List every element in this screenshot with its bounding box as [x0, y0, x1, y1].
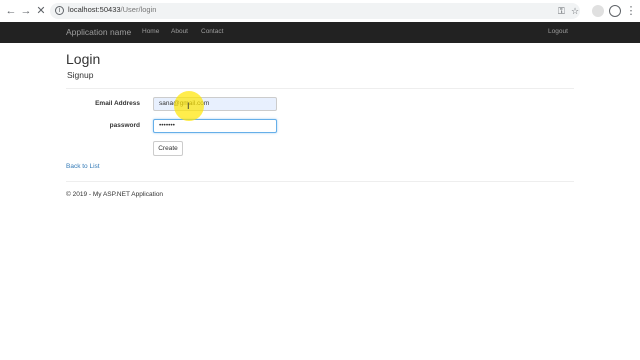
info-icon[interactable]: i	[55, 6, 64, 15]
page-subtitle: Signup	[67, 70, 94, 80]
url-path: /User/login	[120, 5, 157, 14]
extension-icon[interactable]	[592, 5, 604, 17]
star-icon[interactable]: ☆	[571, 5, 579, 17]
back-to-list-link[interactable]: Back to List	[66, 163, 100, 170]
key-icon[interactable]: ⚿	[558, 5, 565, 17]
brand-link[interactable]: Application name	[66, 27, 131, 37]
url-host: localhost:50433	[68, 5, 121, 14]
stop-loading-icon[interactable]: ✕	[34, 4, 48, 18]
url-text[interactable]: localhost:50433/User/login	[68, 5, 156, 14]
nav-logout[interactable]: Logout	[548, 28, 568, 35]
email-field[interactable]: sana@gmail.com	[153, 97, 277, 111]
browser-toolbar: ← → ✕ i localhost:50433/User/login ⚿ ☆ ⋮	[0, 0, 640, 23]
menu-kebab-icon[interactable]: ⋮	[624, 4, 638, 18]
site-navbar: Application name Home About Contact Logo…	[0, 22, 640, 43]
divider	[66, 88, 574, 89]
nav-contact[interactable]: Contact	[201, 28, 223, 35]
address-bar[interactable]: i localhost:50433/User/login ⚿ ☆	[50, 3, 580, 19]
text-cursor-icon: I	[187, 101, 190, 111]
footer-divider	[66, 181, 574, 182]
create-button[interactable]: Create	[153, 141, 183, 156]
password-label: password	[109, 122, 140, 129]
forward-arrow-icon[interactable]: →	[19, 4, 33, 18]
nav-home[interactable]: Home	[142, 28, 159, 35]
password-field[interactable]: •••••••	[153, 119, 277, 133]
email-label: Email Address	[95, 100, 140, 107]
footer-text: © 2019 - My ASP.NET Application	[66, 191, 164, 198]
profile-icon[interactable]	[609, 5, 621, 17]
page-title: Login	[66, 51, 101, 67]
back-arrow-icon[interactable]: ←	[4, 4, 18, 18]
nav-about[interactable]: About	[171, 28, 188, 35]
